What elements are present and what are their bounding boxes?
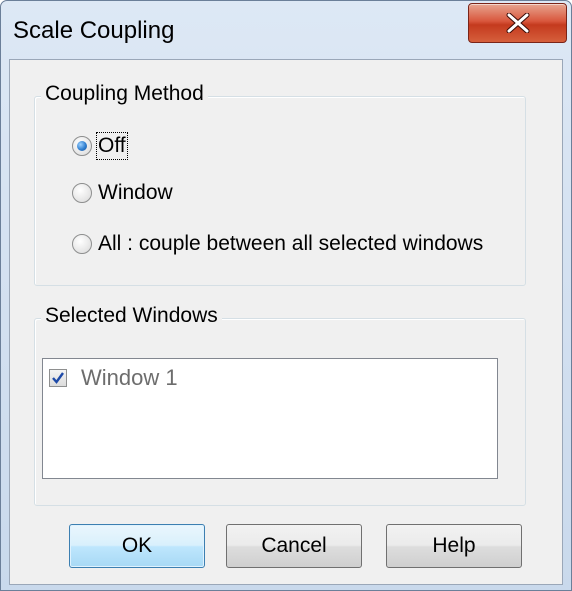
radio-all-button[interactable] bbox=[72, 234, 92, 254]
selected-windows-list[interactable]: Window 1 bbox=[42, 358, 498, 479]
coupling-method-legend: Coupling Method bbox=[41, 82, 208, 106]
dialog-window: Scale Coupling Coupling Method Off Windo… bbox=[0, 0, 572, 591]
close-icon bbox=[506, 13, 530, 33]
cancel-button[interactable]: Cancel bbox=[226, 524, 362, 568]
checkmark-icon bbox=[52, 372, 64, 384]
title-bar[interactable]: Scale Coupling bbox=[1, 1, 571, 59]
close-button[interactable] bbox=[468, 3, 567, 43]
ok-button[interactable]: OK bbox=[69, 524, 205, 568]
window-1-label: Window 1 bbox=[81, 365, 178, 390]
dialog-body: Coupling Method Off Window All : couple … bbox=[9, 59, 563, 585]
radio-window-button[interactable] bbox=[72, 183, 92, 203]
radio-all-label[interactable]: All : couple between all selected window… bbox=[98, 232, 483, 256]
radio-window-label[interactable]: Window bbox=[98, 181, 173, 205]
window-1-checkbox[interactable] bbox=[49, 369, 67, 387]
window-title: Scale Coupling bbox=[13, 17, 175, 44]
radio-window[interactable]: Window bbox=[72, 181, 173, 205]
selected-windows-legend: Selected Windows bbox=[41, 304, 222, 328]
radio-off-label[interactable]: Off bbox=[96, 132, 128, 160]
radio-off-button[interactable] bbox=[72, 136, 92, 156]
list-item[interactable]: Window 1 bbox=[49, 365, 178, 391]
help-button[interactable]: Help bbox=[386, 524, 522, 568]
radio-off[interactable]: Off bbox=[72, 132, 128, 160]
radio-all[interactable]: All : couple between all selected window… bbox=[72, 232, 538, 256]
